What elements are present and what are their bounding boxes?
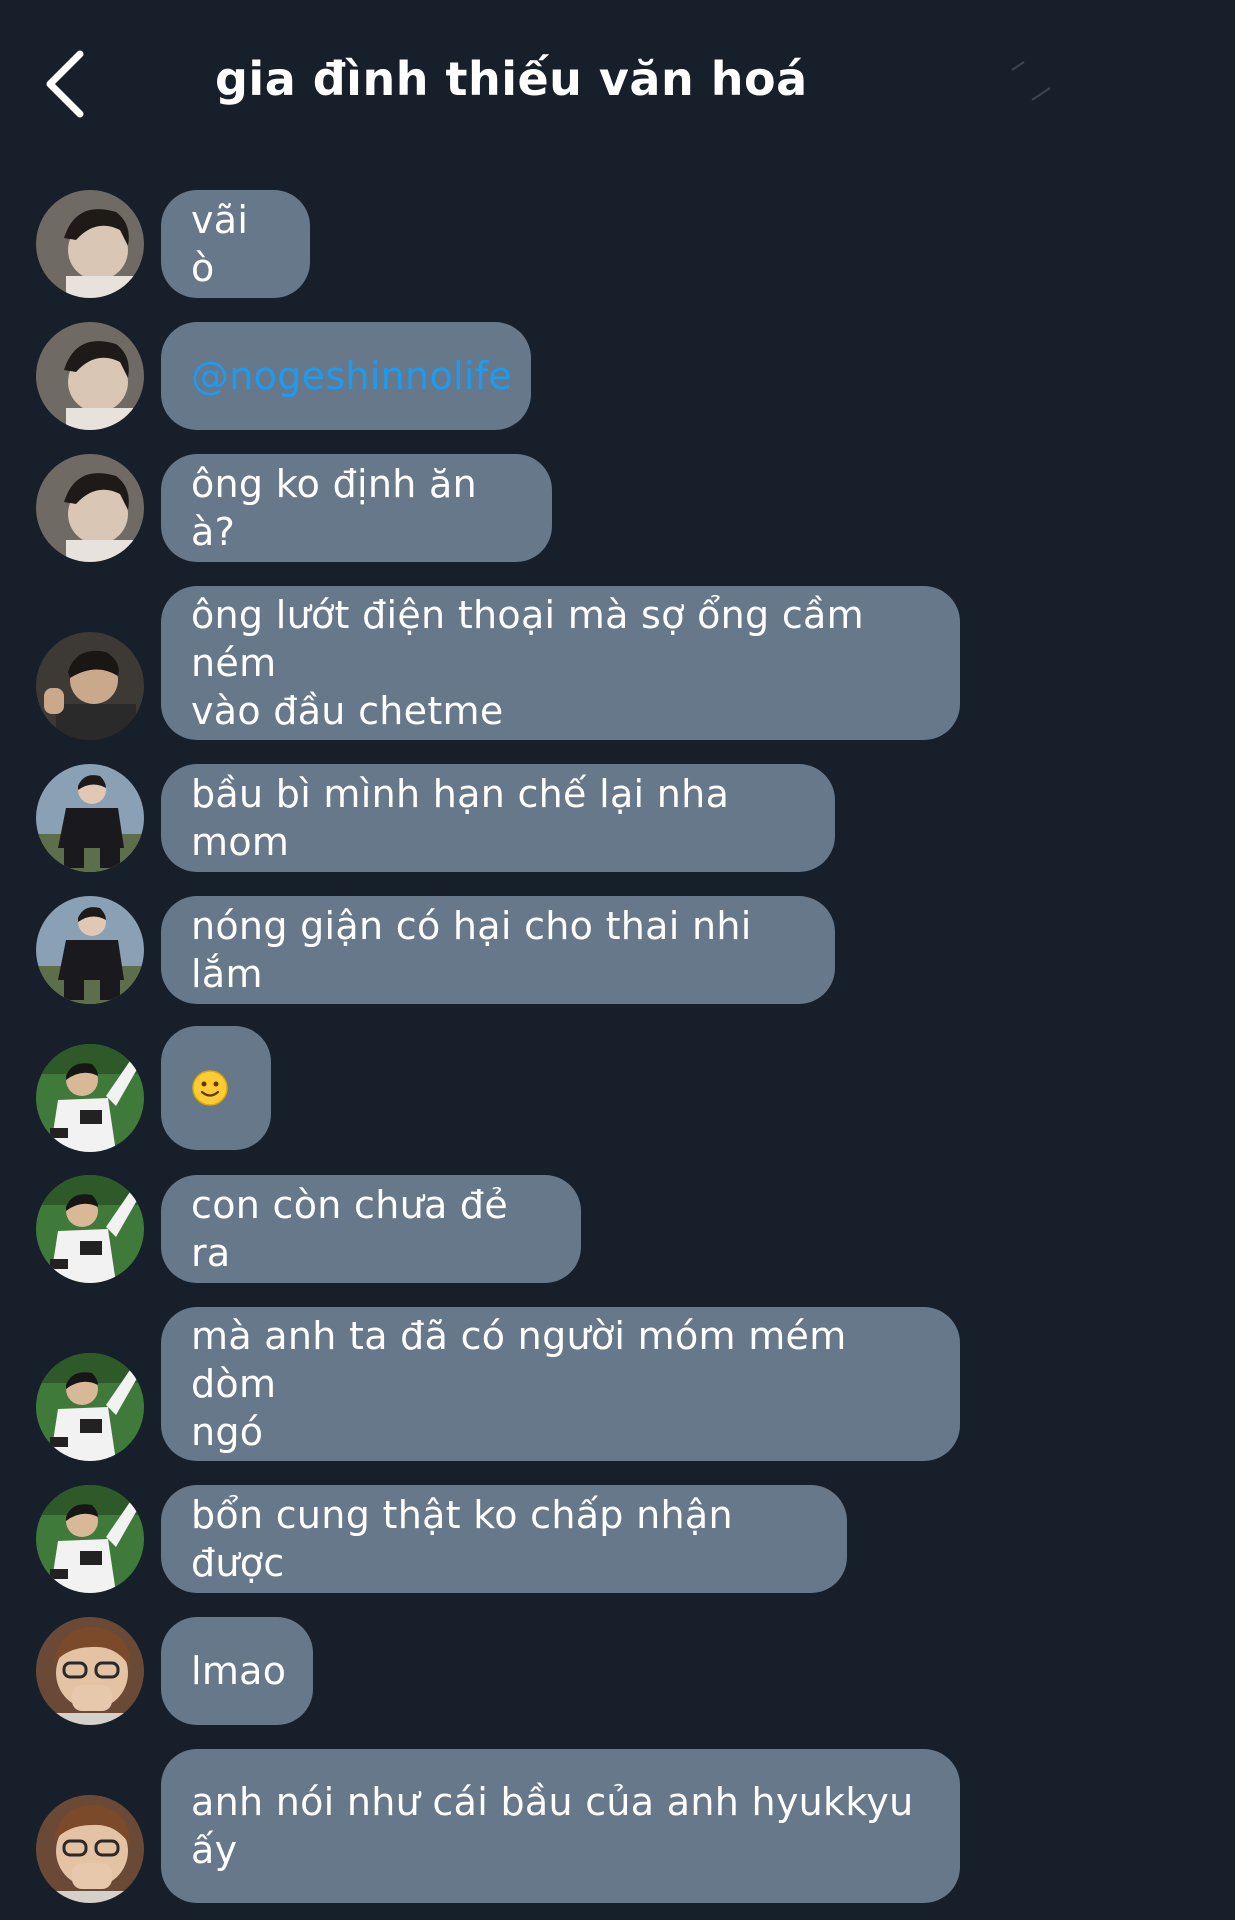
message-text: lmao: [191, 1649, 287, 1693]
message-bubble[interactable]: nóng giận có hại cho thai nhi lắm: [161, 896, 835, 1004]
message-bubble[interactable]: con còn chưa đẻ ra: [161, 1175, 581, 1283]
decoration-mark: [1011, 61, 1051, 101]
user-avatar[interactable]: [36, 896, 144, 1004]
message-text: con còn chưa đẻ ra: [191, 1183, 521, 1275]
message-bubble[interactable]: ông ko định ăn à?: [161, 454, 552, 562]
user-avatar[interactable]: [36, 1795, 144, 1903]
message-bubble[interactable]: anh nói như cái bầu của anh hyukkyu ấy: [161, 1749, 960, 1903]
chevron-left-icon: [46, 50, 84, 118]
message-text: mà anh ta đã có người móm mém dòm ngó: [191, 1314, 847, 1454]
message-bubble[interactable]: vãi ò: [161, 190, 310, 298]
message-bubble[interactable]: @nogeshinnolife: [161, 322, 531, 430]
chat-header: gia đình thiếu văn hoá: [0, 0, 1235, 170]
message-text: ông ko định ăn à?: [191, 462, 490, 554]
user-d-avatar: [36, 1485, 144, 1593]
user-avatar[interactable]: [36, 1175, 144, 1283]
message-text: bổn cung thật ko chấp nhận được: [191, 1493, 746, 1585]
user-d-avatar: [36, 1353, 144, 1461]
message-text: ông lướt điện thoại mà sợ ổng cầm ném và…: [191, 593, 864, 733]
user-avatar[interactable]: [36, 1617, 144, 1725]
user-d-avatar: [36, 1044, 144, 1152]
message-text: vãi ò: [191, 198, 261, 290]
user-b-avatar: [36, 632, 144, 740]
slightly-smiling-face-icon: [192, 1070, 228, 1106]
message-text: anh nói như cái bầu của anh hyukkyu ấy: [191, 1780, 914, 1872]
user-c-avatar: [36, 896, 144, 1004]
mention-link[interactable]: @nogeshinnolife: [191, 352, 512, 400]
user-avatar[interactable]: [36, 322, 144, 430]
user-avatar[interactable]: [36, 764, 144, 872]
message-bubble[interactable]: ông lướt điện thoại mà sợ ổng cầm ném và…: [161, 586, 960, 740]
user-e-avatar: [36, 1617, 144, 1725]
user-a-avatar: [36, 190, 144, 298]
chat-title: gia đình thiếu văn hoá: [215, 52, 808, 106]
message-bubble[interactable]: lmao: [161, 1617, 313, 1725]
user-d-avatar: [36, 1175, 144, 1283]
message-bubble[interactable]: bầu bì mình hạn chế lại nha mom: [161, 764, 835, 872]
message-bubble[interactable]: [161, 1026, 271, 1150]
user-avatar[interactable]: [36, 1044, 144, 1152]
user-avatar[interactable]: [36, 454, 144, 562]
message-bubble[interactable]: mà anh ta đã có người móm mém dòm ngó: [161, 1307, 960, 1461]
back-button[interactable]: [36, 44, 96, 124]
user-a-avatar: [36, 322, 144, 430]
user-a-avatar: [36, 454, 144, 562]
message-text: bầu bì mình hạn chế lại nha mom: [191, 772, 742, 864]
message-text: nóng giận có hại cho thai nhi lắm: [191, 904, 764, 996]
user-avatar[interactable]: [36, 1353, 144, 1461]
user-avatar[interactable]: [36, 190, 144, 298]
message-bubble[interactable]: bổn cung thật ko chấp nhận được: [161, 1485, 847, 1593]
user-e-avatar: [36, 1795, 144, 1903]
user-c-avatar: [36, 764, 144, 872]
user-avatar[interactable]: [36, 1485, 144, 1593]
user-avatar[interactable]: [36, 632, 144, 740]
